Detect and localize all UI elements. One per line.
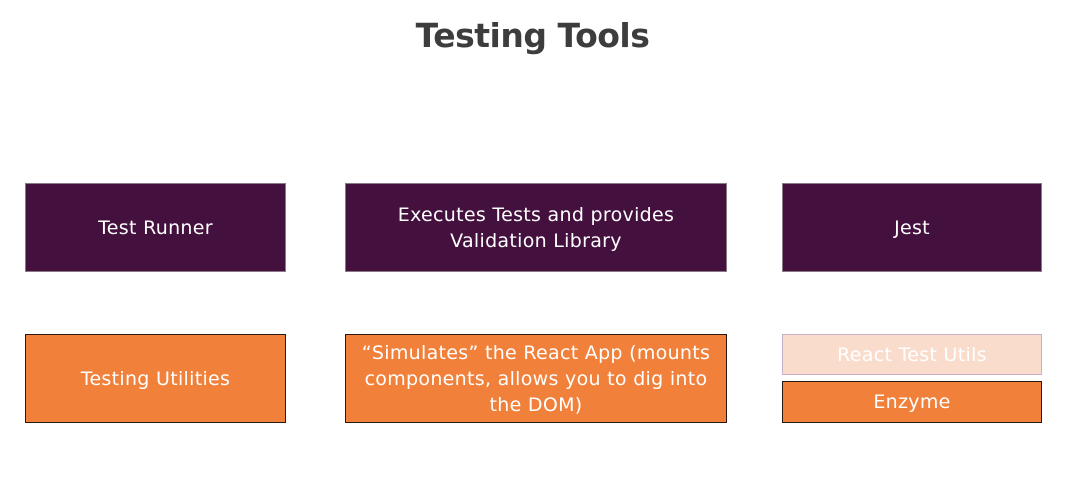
testing-utilities-description-box: “Simulates” the React App (mounts compon… — [345, 334, 727, 423]
react-test-utils-label: React Test Utils — [837, 343, 987, 366]
test-runner-label: Test Runner — [98, 216, 213, 239]
testing-utilities-label: Testing Utilities — [80, 367, 231, 390]
test-runner-description: Executes Tests and provides Validation L… — [397, 203, 675, 252]
test-runner-description-box: Executes Tests and provides Validation L… — [345, 183, 727, 272]
enzyme-label: Enzyme — [873, 391, 951, 413]
enzyme-box: Enzyme — [782, 381, 1042, 423]
test-runner-box: Test Runner — [25, 183, 286, 272]
react-test-utils-box: React Test Utils — [782, 334, 1042, 375]
diagram-title: Testing Tools — [415, 16, 650, 55]
testing-utilities-box: Testing Utilities — [25, 334, 286, 423]
jest-box: Jest — [782, 183, 1042, 272]
testing-utilities-description: “Simulates” the React App (mounts compon… — [361, 341, 711, 416]
jest-label: Jest — [894, 216, 930, 239]
